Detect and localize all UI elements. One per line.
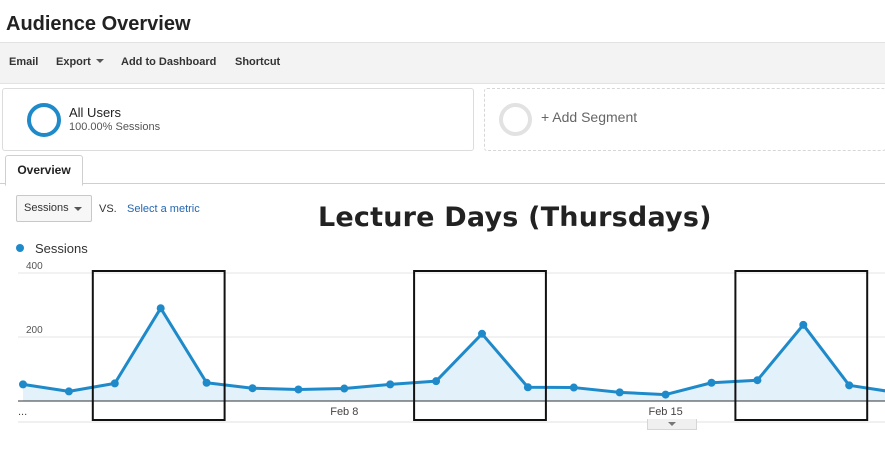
chevron-down-icon [74, 207, 82, 211]
data-point-18 [845, 381, 854, 390]
export-label: Export [56, 56, 91, 68]
page-title: Audience Overview [6, 13, 191, 35]
export-button[interactable]: Export [56, 56, 104, 68]
segment-ring-icon [27, 103, 61, 137]
y-tick-label-200: 200 [26, 325, 43, 336]
segment-name: All Users [69, 105, 122, 120]
data-point-2 [110, 379, 119, 388]
data-point-4 [202, 378, 211, 387]
annotation-title: Lecture Days (Thursdays) [318, 202, 712, 233]
shortcut-button[interactable]: Shortcut [235, 56, 280, 68]
chart-expand-toggle[interactable] [647, 419, 697, 430]
data-point-14 [661, 390, 670, 399]
y-tick-label-400: 400 [26, 261, 43, 272]
data-point-15 [707, 378, 716, 387]
vs-label: VS. [99, 203, 117, 215]
x-tick-label-0: ... [18, 406, 27, 418]
data-point-9 [432, 377, 441, 386]
empty-segment-ring-icon [499, 103, 532, 136]
report-toolbar: Email Export Add to Dashboard Shortcut [0, 42, 885, 84]
data-point-11 [523, 383, 532, 392]
add-segment-label: + Add Segment [541, 109, 638, 125]
data-point-0 [19, 380, 27, 389]
add-to-dashboard-button[interactable]: Add to Dashboard [121, 56, 216, 68]
metric-dropdown-value: Sessions [24, 202, 69, 214]
select-metric-link[interactable]: Select a metric [127, 203, 200, 215]
data-point-16 [753, 376, 762, 385]
tab-divider [0, 183, 885, 184]
x-tick-label-14: Feb 15 [648, 406, 682, 418]
chevron-down-icon [668, 422, 676, 426]
legend-dot-icon [16, 244, 24, 252]
data-point-7 [340, 384, 349, 393]
data-point-6 [294, 385, 303, 394]
data-point-10 [478, 329, 486, 338]
email-button[interactable]: Email [9, 56, 38, 68]
x-tick-label-7: Feb 8 [330, 406, 358, 418]
data-point-1 [64, 387, 73, 396]
tab-overview[interactable]: Overview [5, 155, 83, 186]
data-point-3 [156, 304, 165, 313]
metric-dropdown[interactable]: Sessions [16, 195, 92, 222]
data-point-5 [248, 384, 257, 393]
data-point-17 [799, 320, 808, 329]
sessions-chart: 200 400... Feb 8 Feb 15 [18, 261, 885, 423]
segment-detail: 100.00% Sessions [69, 121, 161, 133]
add-segment-button[interactable]: + Add Segment [484, 88, 885, 151]
data-point-8 [386, 380, 395, 389]
data-point-13 [615, 388, 624, 397]
data-point-12 [569, 383, 578, 392]
segment-all-users[interactable]: All Users 100.00% Sessions [2, 88, 474, 151]
chevron-down-icon [95, 59, 104, 63]
legend-label: Sessions [35, 241, 88, 256]
